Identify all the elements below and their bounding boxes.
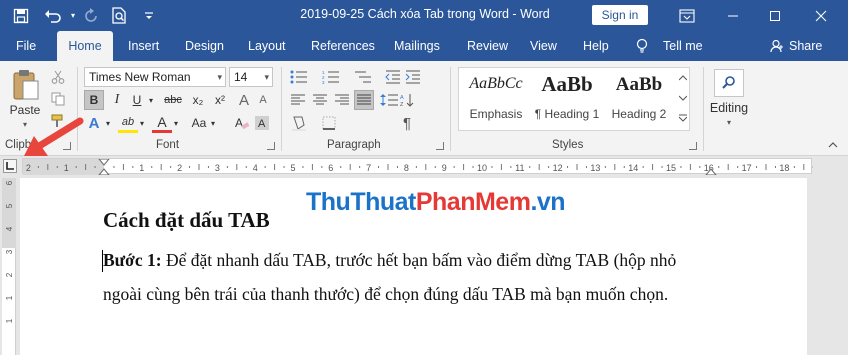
annotation-overlay <box>24 117 84 156</box>
red-arrow-icon <box>24 117 84 156</box>
